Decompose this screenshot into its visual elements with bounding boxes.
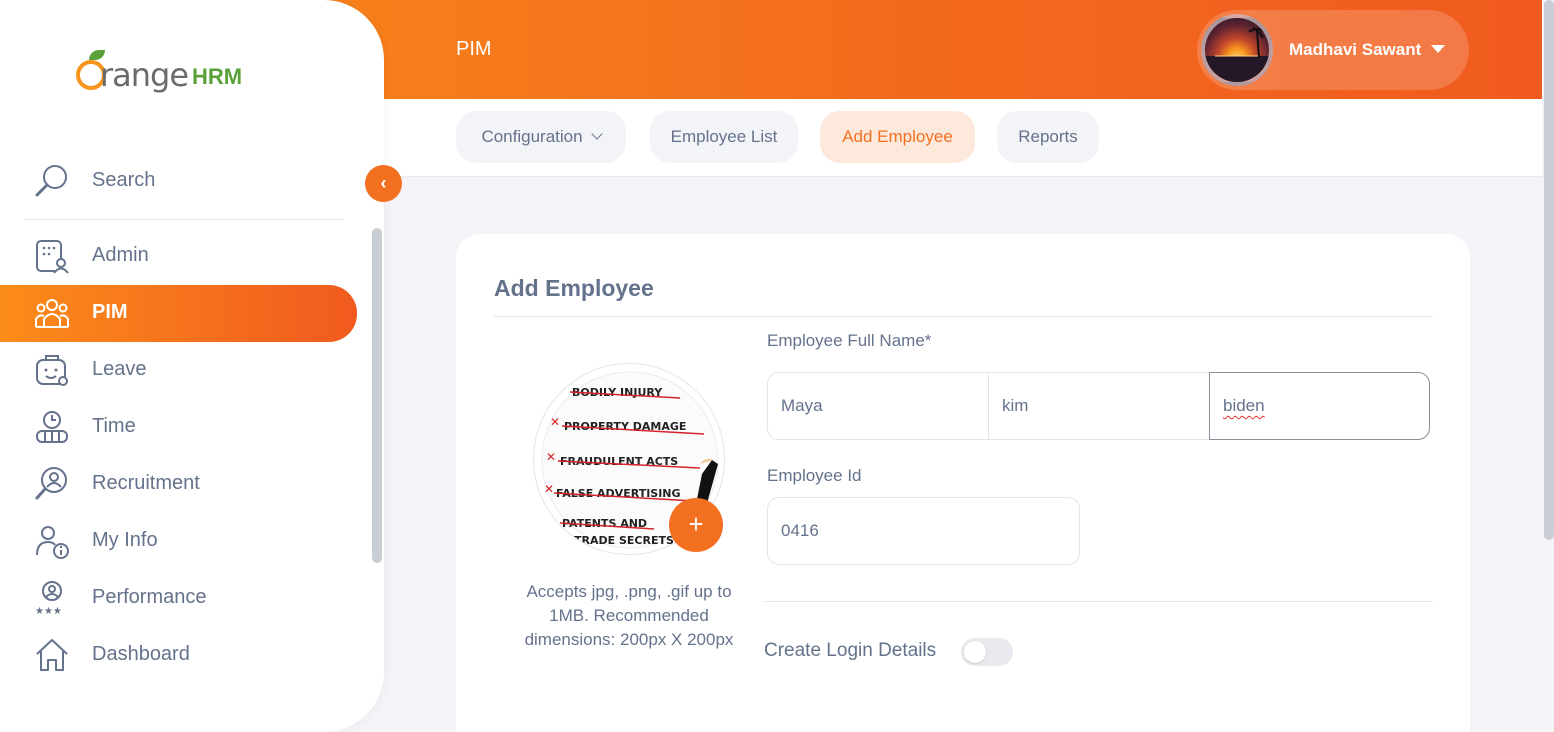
admin-icon <box>36 240 69 274</box>
photo-hint: Accepts jpg, .png, .gif up to 1MB. Recom… <box>524 582 734 649</box>
sidebar-item-label: Recruitment <box>92 472 200 494</box>
tab-configuration[interactable]: Configuration <box>456 111 626 163</box>
middle-name-value: kim <box>1002 396 1029 415</box>
sidebar-search[interactable]: Search <box>0 153 357 209</box>
logo: range <box>100 56 189 94</box>
sidebar-item-label: Time <box>92 415 136 437</box>
tab-label: Employee List <box>670 127 778 146</box>
employee-id-input[interactable]: 0416 <box>767 497 1080 565</box>
sidebar-item-recruitment[interactable]: Recruitment <box>0 456 357 512</box>
sidebar-item-label: Search <box>92 169 156 191</box>
tab-label: Add Employee <box>842 127 953 146</box>
svg-text:✕: ✕ <box>546 450 556 464</box>
sidebar-item-label: My Info <box>92 529 158 551</box>
divider <box>764 601 1433 602</box>
tab-employee-list[interactable]: Employee List <box>650 111 798 163</box>
tab-label: Reports <box>1018 127 1078 146</box>
sidebar-item-admin[interactable]: Admin <box>0 228 357 284</box>
performance-icon: ★★★ <box>35 581 62 616</box>
divider <box>494 316 1433 317</box>
sidebar-item-label: Dashboard <box>92 643 190 665</box>
sidebar-item-leave[interactable]: Leave <box>0 342 357 398</box>
sidebar-item-label: Performance <box>92 586 207 608</box>
create-login-toggle[interactable] <box>961 638 1013 666</box>
employee-id-label: Employee Id <box>767 466 862 485</box>
avatar <box>1201 14 1273 86</box>
svg-text:★★★: ★★★ <box>35 606 62 616</box>
recruitment-icon <box>35 467 67 500</box>
collapse-sidebar-button[interactable]: ‹ <box>365 165 402 202</box>
sidebar: range HRM Search Admin PIM Leave Time Re… <box>0 0 384 732</box>
sidebar-item-pim[interactable]: PIM <box>0 285 357 342</box>
divider <box>24 219 344 220</box>
form-title: Add Employee <box>494 275 654 301</box>
tab-add-employee[interactable]: Add Employee <box>820 111 975 163</box>
svg-text:✕: ✕ <box>544 482 554 496</box>
first-name-input[interactable]: Maya <box>767 372 989 440</box>
page-scrollbar[interactable] <box>1544 0 1554 540</box>
page-title: PIM <box>456 38 492 60</box>
svg-text:✕: ✕ <box>550 415 560 429</box>
sidebar-item-label: PIM <box>92 301 128 323</box>
time-icon <box>36 411 68 443</box>
chevron-down-icon[interactable] <box>1431 45 1445 53</box>
sidebar-item-label: Leave <box>92 358 147 380</box>
last-name-input[interactable]: biden <box>1209 372 1430 440</box>
sidebar-item-time[interactable]: Time <box>0 399 357 455</box>
search-icon <box>35 165 67 197</box>
first-name-value: Maya <box>781 396 823 415</box>
sidebar-item-my-info[interactable]: My Info <box>0 513 357 569</box>
chevron-down-icon <box>590 128 603 140</box>
pim-icon <box>35 299 69 328</box>
leave-icon <box>36 355 68 386</box>
sub-navigation: Configuration Employee List Add Employee… <box>384 99 1542 177</box>
user-name: Madhavi Sawant <box>1289 40 1422 59</box>
employee-id-value: 0416 <box>781 521 819 540</box>
user-menu[interactable]: Madhavi Sawant <box>1197 10 1469 90</box>
logo-suffix: HRM <box>192 64 243 89</box>
sidebar-scrollbar[interactable] <box>372 228 382 563</box>
sidebar-item-label: Admin <box>92 244 149 266</box>
add-photo-button[interactable]: + <box>669 498 723 552</box>
dashboard-icon <box>36 639 68 671</box>
chevron-left-icon: ‹ <box>380 173 387 193</box>
full-name-label: Employee Full Name* <box>767 331 932 350</box>
sidebar-item-performance[interactable]: ★★★ Performance <box>0 570 357 626</box>
tab-label: Configuration <box>481 127 583 146</box>
photo-text-line: TRADE SECRETS <box>574 534 674 547</box>
plus-icon: + <box>688 509 704 539</box>
tab-reports[interactable]: Reports <box>997 111 1099 163</box>
toggle-knob <box>964 641 986 663</box>
create-login-label: Create Login Details <box>764 640 937 661</box>
my-info-icon <box>36 526 69 559</box>
sidebar-item-dashboard[interactable]: Dashboard <box>0 627 357 683</box>
last-name-value: biden <box>1223 396 1265 415</box>
middle-name-input[interactable]: kim <box>988 372 1210 440</box>
